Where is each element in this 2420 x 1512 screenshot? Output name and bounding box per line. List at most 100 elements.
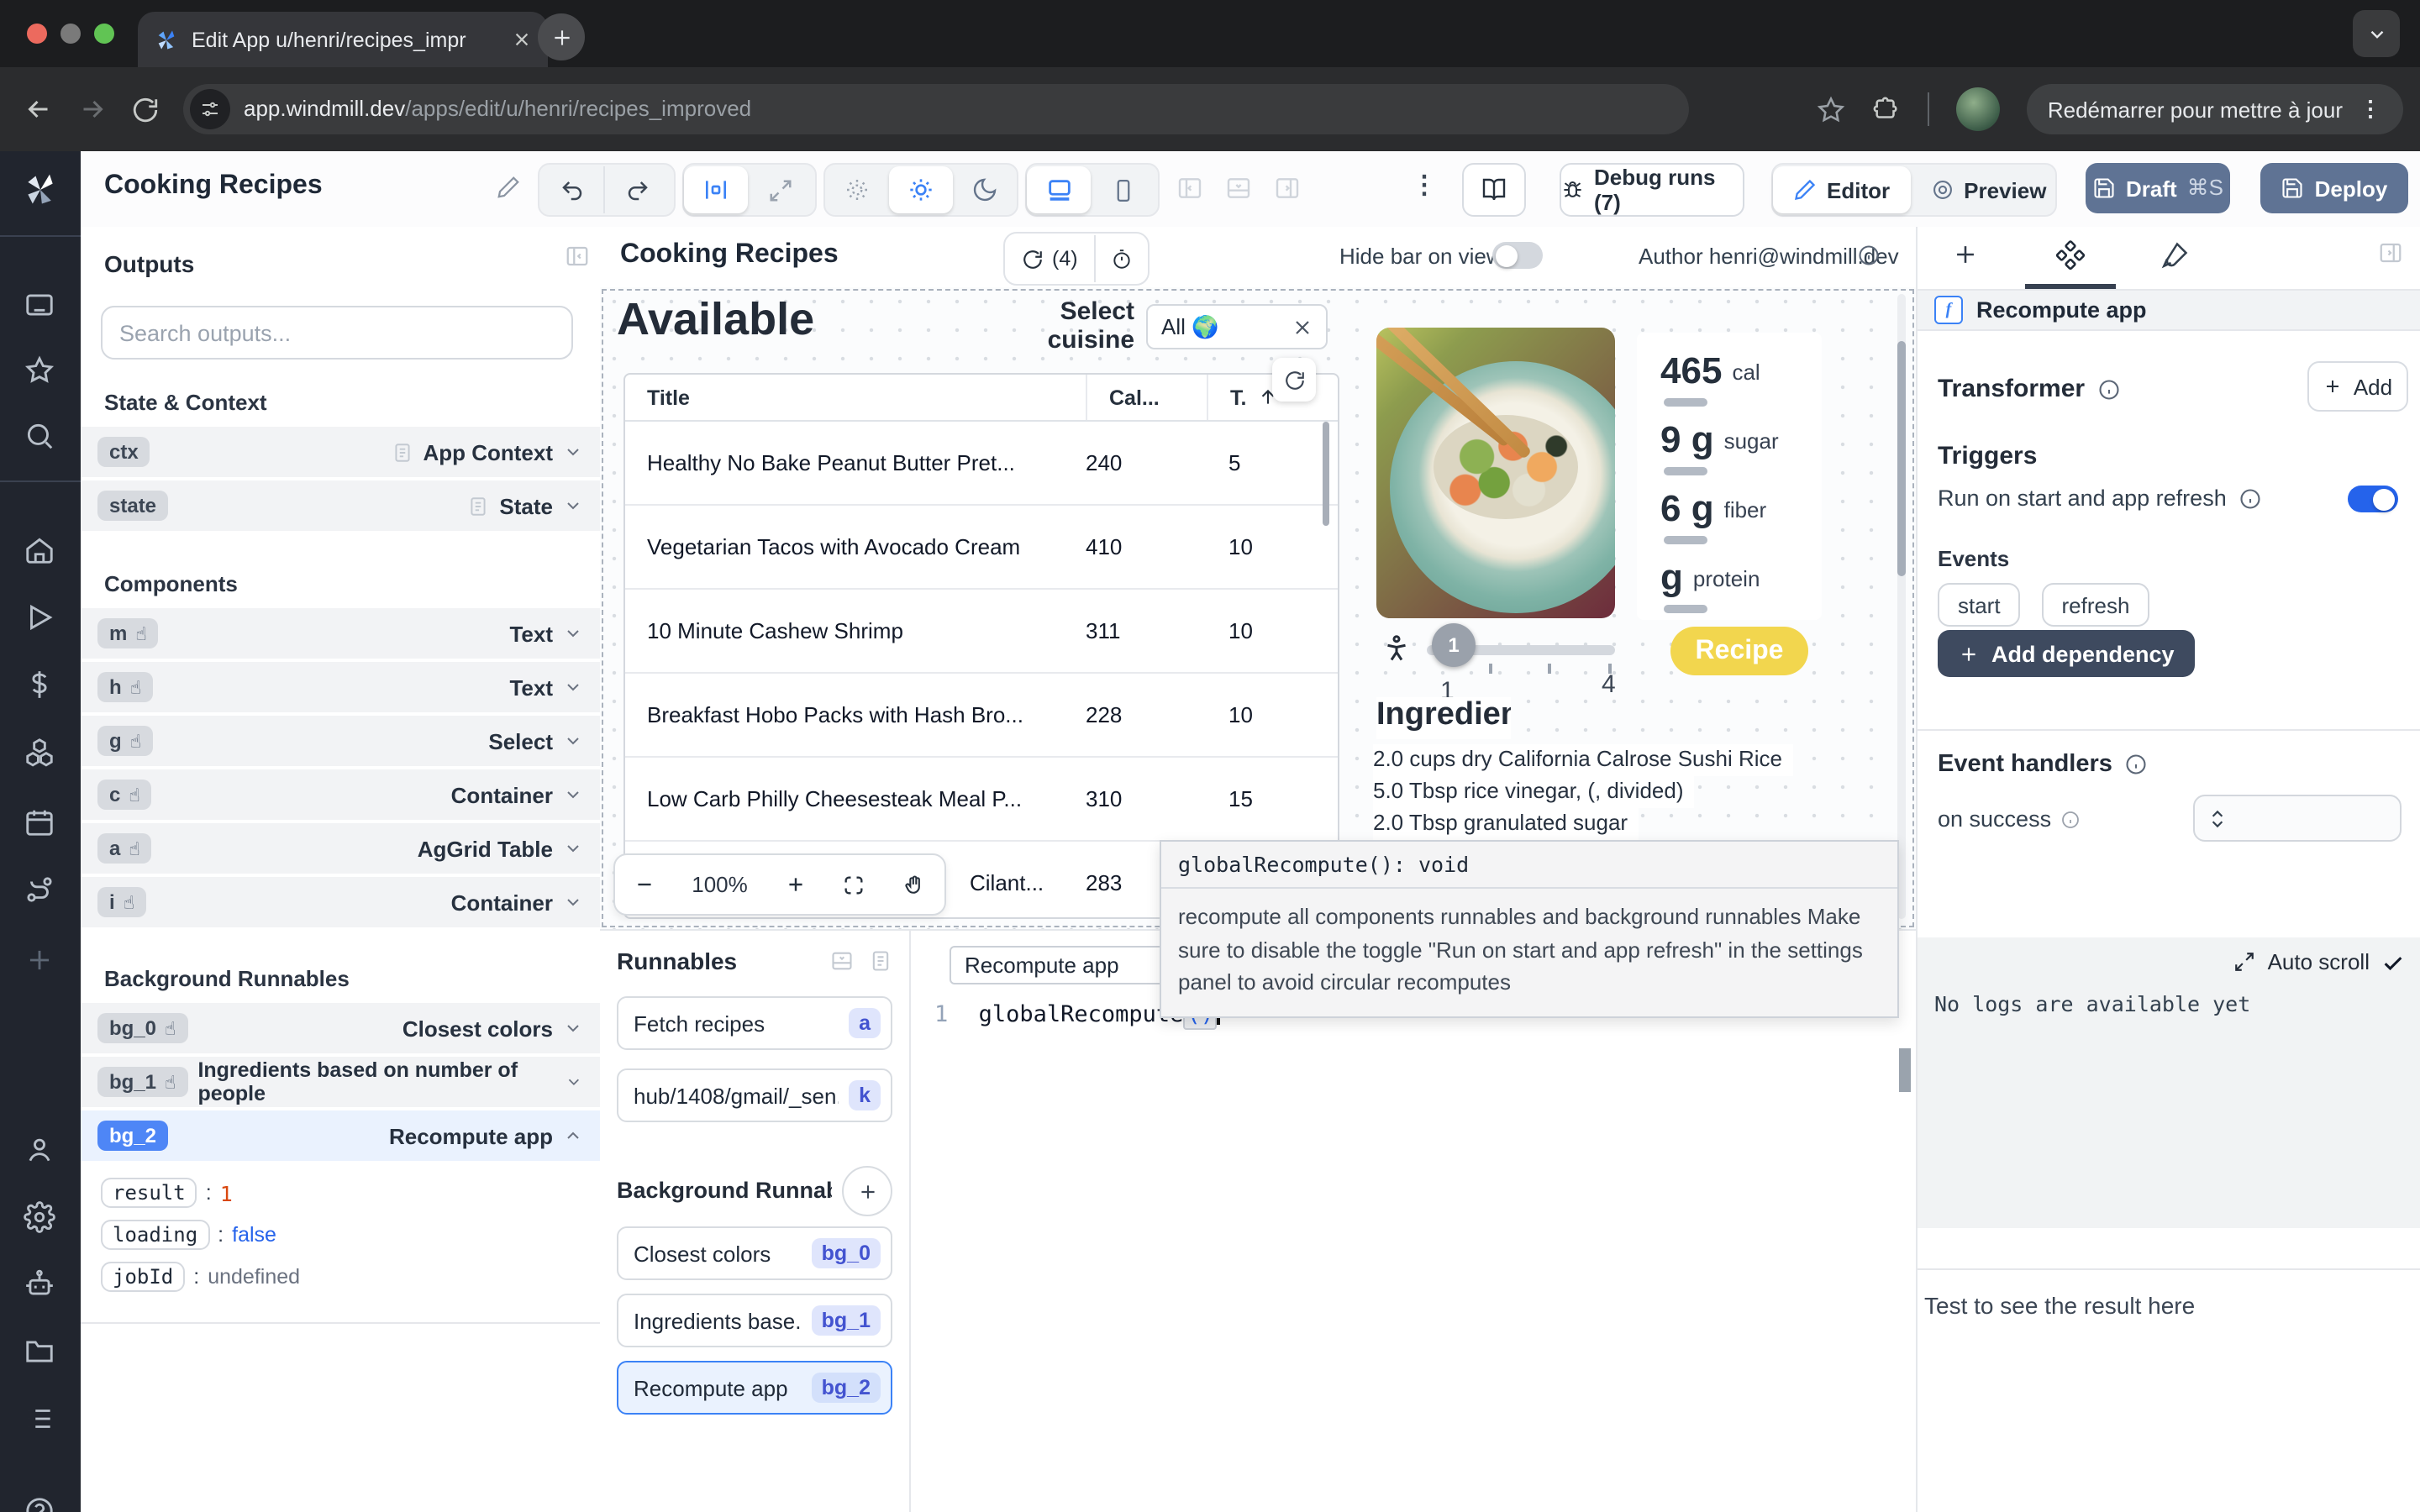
folders-icon[interactable] [24,1336,55,1368]
component-row-g[interactable]: g☝Select [81,716,600,766]
table-refresh-button[interactable] [1272,358,1316,402]
chevron-down-icon[interactable] [565,1072,583,1092]
panel-left-toggle-icon[interactable] [1176,175,1203,202]
canvas-scrollbar-track[interactable] [1897,294,1906,919]
clear-x-icon[interactable] [1292,317,1313,337]
bg-runnable-ingredients[interactable]: Ingredients base...bg_1 [617,1294,892,1347]
run-on-start-toggle[interactable] [2348,486,2398,512]
tab-close-icon[interactable] [513,30,531,49]
table-row[interactable]: Breakfast Hobo Packs with Hash Bro...228… [625,674,1338,758]
cuisine-select[interactable]: All 🌍 [1146,304,1328,349]
users-icon[interactable] [24,1134,55,1166]
component-row-c[interactable]: c☝Container [81,769,600,820]
component-row-a[interactable]: a☝AgGrid Table [81,823,600,874]
browser-update-button[interactable]: Redémarrer pour mettre à jour ⋮ [2028,84,2403,134]
collapse-panel-icon[interactable] [830,949,854,973]
help-icon[interactable] [24,1495,55,1512]
json-jobid-line[interactable]: jobId:undefined [101,1262,300,1292]
chevron-down-icon[interactable] [563,623,583,643]
favorites-star-icon[interactable] [24,354,55,386]
flows-route-icon[interactable] [24,874,55,906]
centered-layout-button[interactable] [684,166,748,213]
preview-tab[interactable]: Preview [1910,166,2066,213]
component-row-h[interactable]: h☝Text [81,662,600,712]
edit-title-pencil-icon[interactable] [496,175,521,200]
runnable-fetch-recipes[interactable]: Fetch recipesa [617,996,892,1050]
mobile-view-icon[interactable] [1091,166,1155,213]
deploy-button[interactable]: Deploy [2260,163,2408,213]
resources-boxes-icon[interactable] [24,736,55,768]
component-row-i[interactable]: i☝Container [81,877,600,927]
expand-logs-icon[interactable] [2234,951,2256,973]
desktop-view-icon[interactable] [1027,166,1091,213]
info-icon[interactable] [1857,244,1881,267]
zoom-out-icon[interactable] [634,874,655,895]
app-canvas[interactable]: Available Selectcuisine All 🌍 Title Cal.… [600,287,1916,929]
workers-bot-icon[interactable] [24,1268,55,1300]
docs-book-button[interactable] [1462,163,1526,217]
insert-component-plus-tab[interactable] [1951,240,1980,269]
recipe-button[interactable]: Recipe [1670,627,1808,675]
bg-row-1[interactable]: bg_1☝Ingredients based on number of peop… [81,1057,600,1107]
zoom-in-icon[interactable] [784,874,806,895]
pan-hand-icon[interactable] [902,873,926,896]
table-row[interactable]: Low Carb Philly Cheesesteak Meal P...310… [625,758,1338,842]
info-icon[interactable] [2124,753,2148,776]
hide-bar-toggle[interactable] [1492,242,1543,269]
runs-play-icon[interactable] [24,601,55,633]
chevron-down-icon[interactable] [563,731,583,751]
panel-bottom-toggle-icon[interactable] [1225,175,1252,202]
bg-row-2-selected[interactable]: bg_2Recompute app [81,1110,600,1161]
reload-icon[interactable] [131,95,160,123]
panel-right-toggle-icon[interactable] [1274,175,1301,202]
people-slider-handle[interactable]: 1 [1432,623,1476,667]
component-row-m[interactable]: m☝Text [81,608,600,659]
add-plus-icon[interactable] [24,944,55,976]
theme-dark-moon-icon[interactable] [953,166,1017,213]
search-icon[interactable] [24,420,55,452]
add-bg-runnable-button[interactable] [842,1166,892,1216]
fullwidth-layout-button[interactable] [748,166,812,213]
redo-button[interactable] [605,166,669,213]
editor-tab[interactable]: Editor [1773,166,1910,213]
refresh-app-button[interactable]: (4) [1005,247,1095,270]
chevron-down-icon[interactable] [563,1018,583,1038]
bookmark-star-icon[interactable] [1818,95,1846,123]
settings-gear-icon[interactable] [24,1201,55,1233]
recipes-table[interactable]: Title Cal... T. Healthy No Bake Peanut B… [623,373,1339,919]
draft-button[interactable]: Draft ⌘S [2086,163,2230,213]
maximize-window-button[interactable] [94,24,114,44]
minimize-window-button[interactable] [60,24,81,44]
profile-avatar[interactable] [1957,87,2001,131]
table-scrollbar[interactable] [1323,422,1329,526]
extensions-icon[interactable] [1873,95,1902,123]
url-field[interactable]: app.windmill.dev/apps/edit/u/henri/recip… [183,84,1689,134]
chevron-down-icon[interactable] [563,785,583,805]
chevron-down-icon[interactable] [563,892,583,912]
logs-list-icon[interactable] [24,1403,55,1435]
event-chip-refresh[interactable]: refresh [2042,583,2150,627]
col-title[interactable]: Title [625,375,1086,420]
search-outputs-input[interactable] [101,306,573,360]
collapse-right-panel-icon[interactable] [2378,240,2403,265]
browser-tab[interactable]: Edit App u/henri/recipes_impr [138,12,548,67]
settings-components-tab[interactable] [2055,240,2086,270]
styling-brush-tab[interactable] [2160,240,2190,270]
forward-icon[interactable] [77,94,108,124]
site-info-icon[interactable] [190,89,230,129]
chevron-down-icon[interactable] [563,677,583,697]
on-success-select[interactable] [2193,795,2402,842]
bg-runnable-closest-colors[interactable]: Closest colorsbg_0 [617,1226,892,1280]
add-dependency-button[interactable]: Add dependency [1938,630,2195,677]
chevron-down-icon[interactable] [563,442,583,462]
json-loading-line[interactable]: loading:false [101,1220,300,1250]
variables-dollar-icon[interactable] [24,669,55,701]
chevron-down-icon[interactable] [563,838,583,858]
undo-button[interactable] [539,166,603,213]
editor-scrollbar-thumb[interactable] [1899,1048,1911,1092]
runnable-gmail[interactable]: hub/1408/gmail/_sen...k [617,1068,892,1122]
col-calories[interactable]: Cal... [1086,375,1207,420]
checkmark-icon[interactable] [2381,950,2405,974]
apps-icon[interactable] [24,289,55,321]
info-icon[interactable] [2096,377,2120,401]
